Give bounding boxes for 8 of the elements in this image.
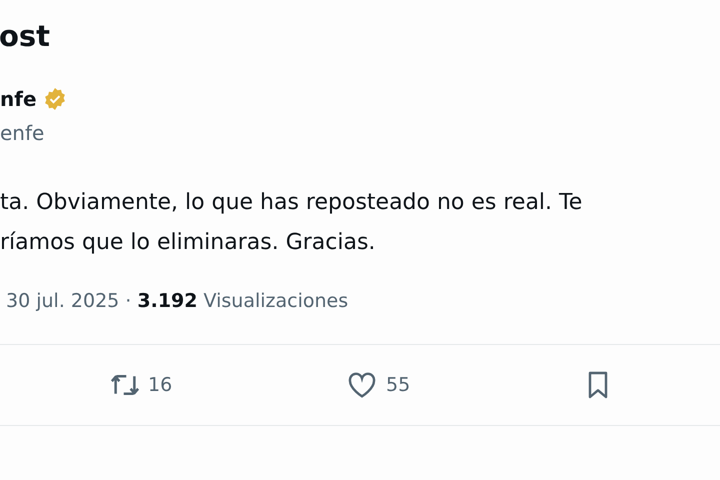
author-name[interactable]: nfe: [0, 87, 37, 111]
author-handle[interactable]: enfe: [0, 121, 720, 145]
page-title: ost: [0, 18, 52, 54]
like-button[interactable]: 55: [346, 369, 582, 401]
post-text: ta. Obviamente, lo que has reposteado no es real. Te: [0, 189, 584, 217]
repost-button[interactable]: 16: [110, 370, 346, 400]
post-meta: 30 jul. 2025 · 3.192 Visualizaciones: [6, 290, 350, 312]
post-text: ríamos que lo eliminaras. Gracias.: [0, 229, 376, 257]
